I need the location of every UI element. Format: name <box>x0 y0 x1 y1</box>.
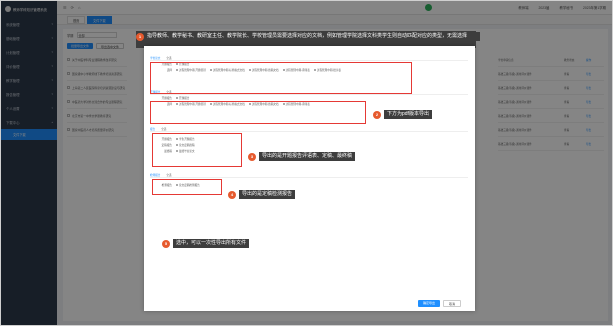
app-window: 教师学科知识管理系统 系统管理 ▾ 基础管理 ▾ 计划管理 ▾ 评价管理 ▾ 教学管理 ▾… <box>0 0 613 326</box>
callout-text-2: 下方为pdf版本导出 <box>384 110 432 119</box>
highlight-box-1 <box>150 62 412 94</box>
highlight-box-3 <box>152 133 242 167</box>
select-all-toggle[interactable]: 全选 <box>166 173 171 177</box>
callout-text-5: 选中，可以一次性导出所有文件 <box>173 239 250 248</box>
option-label: 开题报告 <box>179 97 190 100</box>
option-checkbox[interactable]: 开题报告 <box>176 96 189 100</box>
field-label: 开题报告 <box>161 97 172 100</box>
callout-text-3: 导出的是开题报告评语表、定稿、最终稿 <box>259 152 356 161</box>
confirm-export-button[interactable]: 确定导出 <box>418 300 441 307</box>
section-title: 学位论文 <box>150 57 161 60</box>
section-title: 报告 <box>150 128 156 131</box>
select-all-toggle[interactable]: 全选 <box>161 127 166 131</box>
highlight-box-4 <box>152 179 222 195</box>
dialog-actions: 确定导出 取消 <box>418 300 462 307</box>
callout-number-4: 4 <box>228 191 236 199</box>
callout-number-5: 5 <box>162 240 170 248</box>
callout-number-1: 1 <box>136 33 144 41</box>
callout-text-4: 导出的是定稿检测报告 <box>239 190 296 199</box>
callout-number-2: 2 <box>373 111 381 119</box>
cancel-button[interactable]: 取消 <box>443 300 462 307</box>
callout-number-3: 3 <box>248 153 256 161</box>
section-title: 检测报告 <box>150 174 161 177</box>
highlight-box-2 <box>150 101 366 124</box>
callout-text-1: 指导教师、教学秘书、教研室主任、教学院长、学校管理员需要选择对应的文档，例如管理… <box>144 32 480 41</box>
checkbox[interactable] <box>176 97 178 99</box>
select-all-toggle[interactable]: 全选 <box>166 56 171 60</box>
